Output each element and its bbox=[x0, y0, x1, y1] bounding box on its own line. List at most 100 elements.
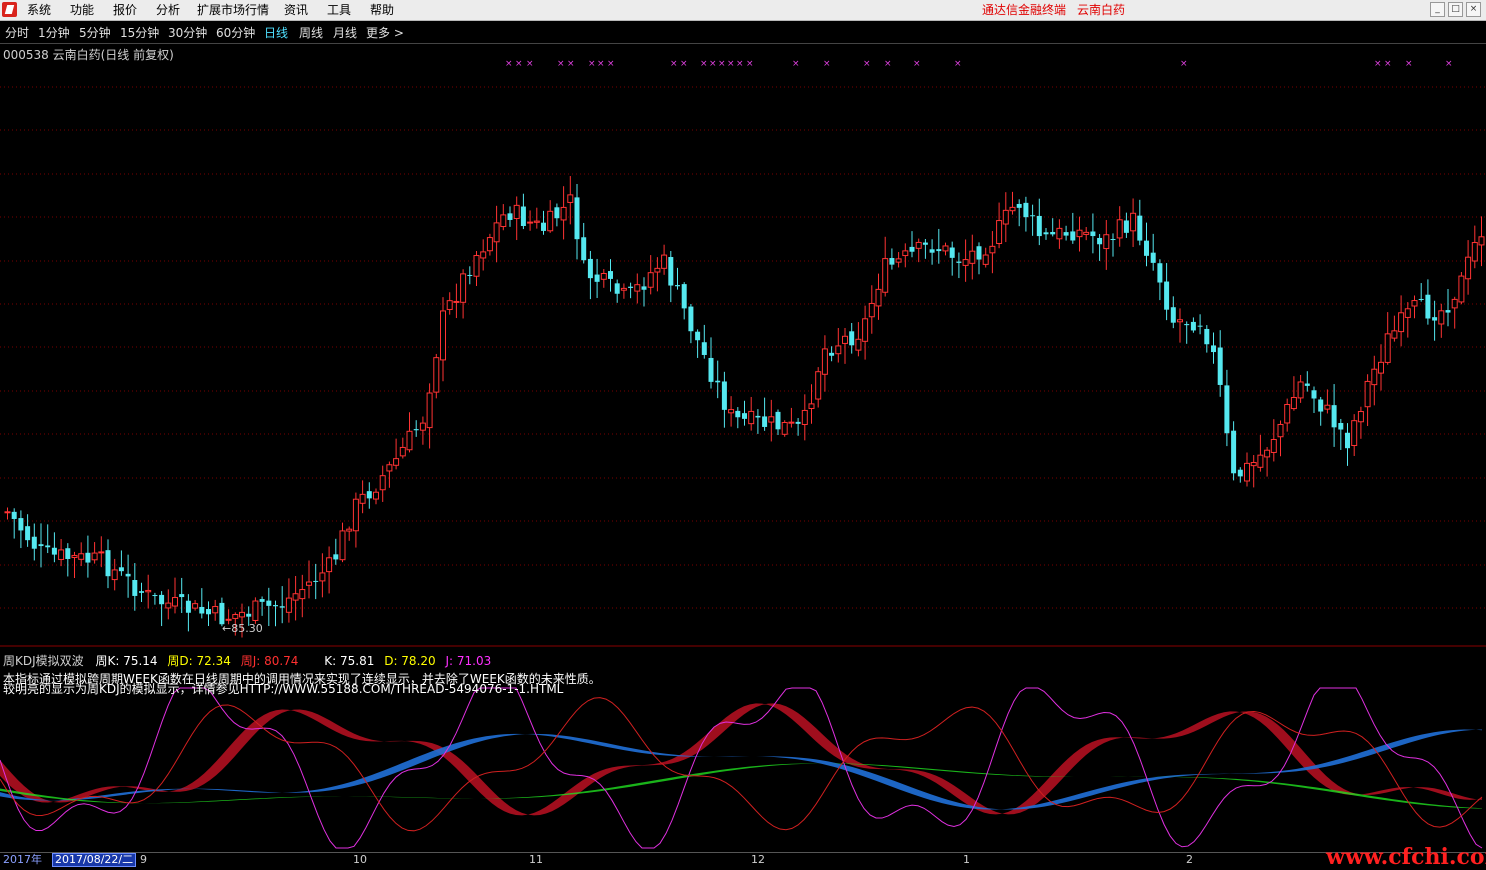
candle-body-down bbox=[1144, 240, 1149, 256]
candle-body-up bbox=[1391, 330, 1398, 339]
signal-marker: × bbox=[746, 59, 754, 69]
kdj-indicator-plot bbox=[0, 687, 1483, 849]
candle-body-down bbox=[1331, 405, 1337, 428]
candle-body-up bbox=[1357, 411, 1364, 423]
candle-body-down bbox=[1418, 298, 1424, 300]
candle-body-up bbox=[1009, 206, 1016, 212]
candle-body-up bbox=[446, 300, 453, 310]
candle-body-up bbox=[1177, 319, 1183, 323]
candle-body-down bbox=[1338, 423, 1344, 430]
candle-body-down bbox=[1050, 231, 1056, 235]
candle-body-down bbox=[1432, 317, 1438, 321]
candle-body-down bbox=[18, 518, 24, 531]
signal-marker: × bbox=[567, 59, 575, 69]
candle-body-up bbox=[842, 335, 848, 344]
candle-body-up bbox=[500, 214, 507, 228]
candle-body-down bbox=[1137, 215, 1143, 241]
axis-month: 2 bbox=[1186, 853, 1193, 866]
candle-body-up bbox=[875, 288, 882, 307]
candle-body-up bbox=[942, 245, 949, 252]
candle-body-down bbox=[125, 573, 131, 577]
candle-body-up bbox=[285, 597, 292, 613]
candle-body-down bbox=[259, 599, 265, 602]
candle-body-up bbox=[212, 606, 219, 614]
signal-marker: × bbox=[1445, 59, 1453, 69]
candle-body-down bbox=[909, 246, 915, 252]
candle-body-down bbox=[701, 342, 707, 355]
candle-body-up bbox=[453, 300, 460, 303]
candle-body-up bbox=[1351, 420, 1358, 446]
signal-marker: × bbox=[736, 59, 744, 69]
candle-body-up bbox=[232, 614, 239, 619]
candle-body-up bbox=[346, 528, 353, 532]
candle-body-down bbox=[936, 249, 942, 252]
candle-body-down bbox=[641, 286, 647, 290]
candle-body-down bbox=[1097, 237, 1103, 245]
candle-body-up bbox=[1290, 396, 1297, 410]
candle-body-up bbox=[1103, 234, 1110, 250]
indicator-name: 周KDJ模拟双波 bbox=[3, 654, 84, 668]
candle-body-down bbox=[681, 284, 687, 309]
candle-body-up bbox=[560, 206, 567, 221]
signal-marker: × bbox=[515, 59, 523, 69]
candle-body-down bbox=[1190, 321, 1196, 331]
candle-body-up bbox=[359, 493, 366, 504]
candle-body-down bbox=[608, 271, 613, 279]
candle-body-up bbox=[1244, 462, 1250, 482]
signal-marker: × bbox=[823, 59, 831, 69]
candle-body-up bbox=[989, 245, 996, 254]
axis-year: 2017年 bbox=[3, 853, 42, 866]
candle-body-up bbox=[252, 600, 259, 621]
candle-body-up bbox=[493, 222, 500, 243]
candle-body-down bbox=[721, 381, 727, 410]
candle-body-down bbox=[755, 415, 761, 418]
signal-marker: × bbox=[709, 59, 717, 69]
candle-body-down bbox=[695, 331, 701, 341]
candle-body-down bbox=[1184, 324, 1190, 326]
candle-body-down bbox=[574, 197, 580, 240]
candle-body-down bbox=[735, 410, 741, 418]
candlestick-chart[interactable]: × × × × × × × × × × × × × × × × × × × × × × × × × × × bbox=[0, 0, 1486, 865]
candle-body-up bbox=[647, 272, 654, 288]
candle-body-up bbox=[1002, 209, 1009, 225]
candle-body-down bbox=[554, 207, 560, 219]
candle-body-down bbox=[1150, 252, 1156, 263]
candle-body-up bbox=[821, 348, 828, 375]
candle-body-down bbox=[1211, 345, 1216, 353]
candle-body-up bbox=[748, 410, 755, 425]
candle-body-up bbox=[1130, 212, 1137, 232]
candle-body-up bbox=[4, 511, 11, 514]
weekly-j-value: 周J: 80.74 bbox=[240, 654, 299, 668]
candle-body-down bbox=[246, 613, 252, 617]
candle-body-up bbox=[567, 194, 574, 203]
candle-body-down bbox=[675, 285, 680, 287]
candle-body-down bbox=[1197, 325, 1203, 327]
candle-body-up bbox=[788, 421, 795, 424]
candle-body-up bbox=[1411, 300, 1418, 307]
indicator-note-2: 较明亮的显示为周KDJ的模拟显示，详情参见HTTP://WWW.55188.CO… bbox=[3, 682, 564, 696]
candle-body-up bbox=[1257, 454, 1264, 468]
candle-body-down bbox=[922, 242, 928, 245]
candle-body-up bbox=[654, 267, 661, 273]
candle-body-down bbox=[1445, 310, 1451, 313]
axis-month: 9 bbox=[140, 853, 147, 866]
candlesticks bbox=[4, 176, 1485, 638]
candle-body-down bbox=[795, 421, 801, 424]
candle-body-up bbox=[399, 446, 406, 457]
candle-body-down bbox=[587, 258, 593, 279]
candle-body-down bbox=[139, 591, 144, 593]
signal-marker: × bbox=[884, 59, 892, 69]
candle-body-down bbox=[715, 380, 721, 383]
j-value: J: 71.03 bbox=[445, 654, 492, 668]
candle-body-down bbox=[929, 249, 935, 253]
d-value: D: 78.20 bbox=[384, 654, 436, 668]
candle-body-up bbox=[225, 618, 232, 621]
candle-body-down bbox=[179, 594, 185, 598]
candle-body-down bbox=[1217, 347, 1223, 385]
candle-body-down bbox=[105, 550, 111, 577]
candle-body-up bbox=[1384, 333, 1391, 363]
candle-body-up bbox=[1398, 312, 1405, 333]
candle-body-down bbox=[1036, 215, 1042, 237]
candle-body-up bbox=[433, 357, 440, 393]
candle-body-down bbox=[1204, 328, 1210, 345]
